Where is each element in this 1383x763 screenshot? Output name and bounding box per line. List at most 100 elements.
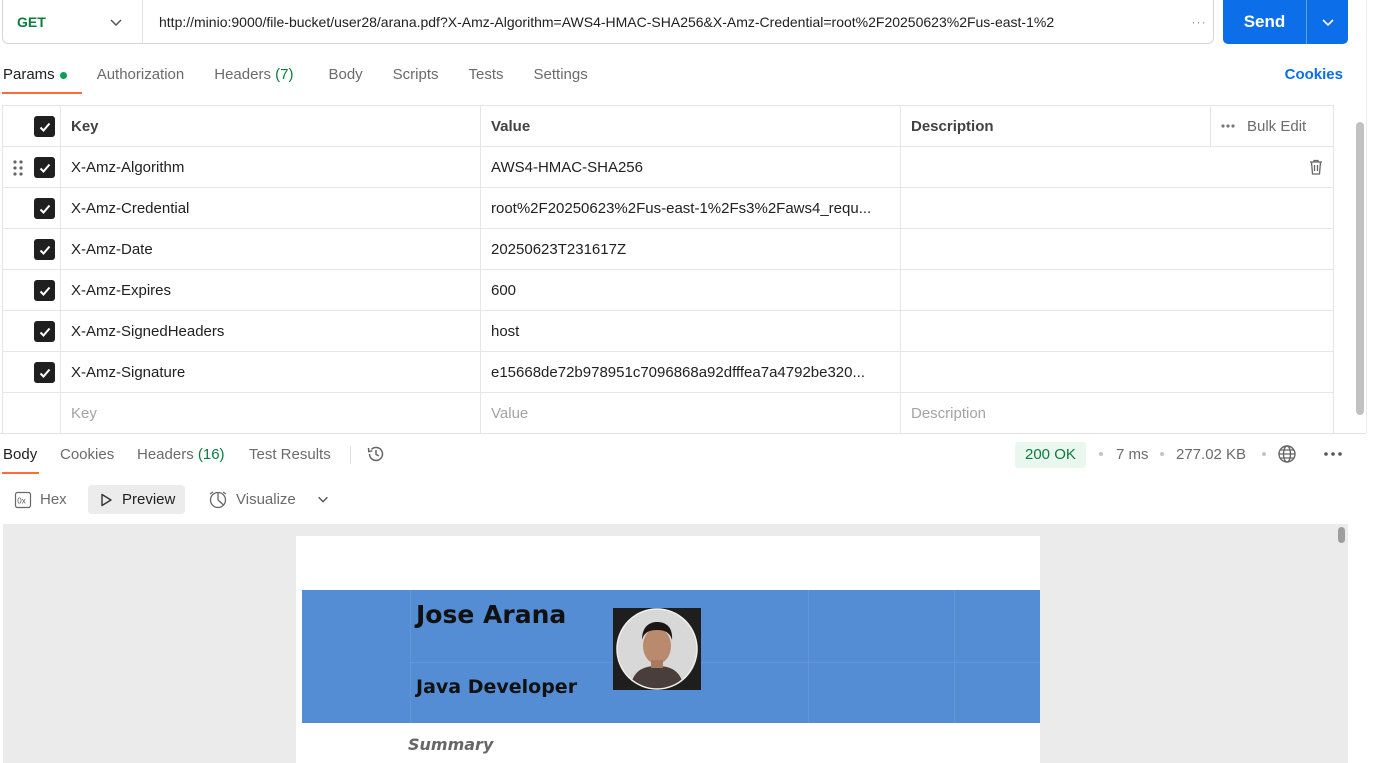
pdf-preview-area[interactable]: Jose Arana Java Developer Summary <box>3 524 1348 763</box>
url-bar: GET http://minio:9000/file-bucket/user28… <box>2 0 1214 44</box>
checkbox-checked-icon[interactable] <box>34 280 55 301</box>
banner-gridline <box>410 662 1040 663</box>
response-tab-test-results[interactable]: Test Results <box>249 446 331 463</box>
param-value[interactable]: AWS4-HMAC-SHA256 <box>480 146 901 188</box>
param-value[interactable]: e15668de72b978951c7096868a92dfffea7a4792… <box>480 351 901 393</box>
banner-gridline <box>808 590 809 723</box>
param-key[interactable]: X-Amz-Algorithm <box>60 146 481 188</box>
tab-headers[interactable]: Headers (7) <box>199 56 308 94</box>
row-check-cell <box>2 228 61 270</box>
banner-gridline <box>410 590 411 723</box>
checkbox-checked-icon[interactable] <box>34 116 55 137</box>
param-value[interactable]: root%2F20250623%2Fus-east-1%2Fs3%2Faws4_… <box>480 187 901 229</box>
tab-settings[interactable]: Settings <box>519 56 603 94</box>
params-scrollbar[interactable] <box>1356 122 1364 415</box>
param-value[interactable]: 600 <box>480 269 901 311</box>
param-description[interactable] <box>900 310 1334 352</box>
table-row: X-Amz-Algorithm AWS4-HMAC-SHA256 <box>2 146 1334 188</box>
response-tab-headers-count: (16) <box>197 446 225 463</box>
hex-icon: 0x <box>14 491 32 508</box>
globe-icon[interactable] <box>1277 444 1297 464</box>
response-tab-underline <box>2 472 39 474</box>
method-select[interactable]: GET <box>3 0 143 43</box>
send-options-button[interactable] <box>1306 0 1348 44</box>
resume-name: Jose Arana <box>416 600 567 629</box>
checkbox-checked-icon[interactable] <box>34 362 55 383</box>
url-input[interactable]: http://minio:9000/file-bucket/user28/ara… <box>143 14 1185 30</box>
profile-photo <box>613 608 701 690</box>
resume-header-banner: Jose Arana Java Developer <box>302 590 1040 723</box>
row-check-cell <box>2 392 61 434</box>
new-key-input[interactable]: Key <box>60 392 481 434</box>
params-active-dot <box>59 71 67 79</box>
svg-text:0x: 0x <box>17 496 25 505</box>
table-row: X-Amz-Credential root%2F20250623%2Fus-ea… <box>2 187 1334 229</box>
cookies-link[interactable]: Cookies <box>1285 66 1343 83</box>
more-horizontal-icon[interactable] <box>1322 450 1344 458</box>
new-value-input[interactable]: Value <box>480 392 901 434</box>
response-size[interactable]: 277.02 KB <box>1176 446 1246 463</box>
tab-tests[interactable]: Tests <box>454 56 519 94</box>
row-check-cell <box>2 351 61 393</box>
param-description[interactable] <box>900 187 1334 229</box>
send-button[interactable]: Send <box>1223 0 1348 44</box>
tab-authorization[interactable]: Authorization <box>82 56 200 94</box>
checkbox-checked-icon[interactable] <box>34 198 55 219</box>
response-tab-body[interactable]: Body <box>3 446 37 463</box>
row-check-cell <box>2 269 61 311</box>
hex-view-button[interactable]: 0x Hex <box>4 485 77 514</box>
param-key[interactable]: X-Amz-SignedHeaders <box>60 310 481 352</box>
resume-role: Java Developer <box>416 676 578 698</box>
visualize-view-button[interactable]: Visualize <box>198 485 306 514</box>
bulk-edit-button[interactable]: Bulk Edit <box>1221 118 1323 135</box>
row-check-cell <box>2 187 61 229</box>
chevron-down-icon[interactable] <box>316 492 330 506</box>
row-check-cell <box>2 310 61 352</box>
column-key: Key <box>60 105 481 147</box>
visualize-icon <box>209 490 227 508</box>
checkbox-checked-icon[interactable] <box>34 239 55 260</box>
param-key[interactable]: X-Amz-Signature <box>60 351 481 393</box>
pdf-page: Jose Arana Java Developer Summary <box>296 536 1040 763</box>
preview-view-label: Preview <box>122 491 176 508</box>
history-icon[interactable] <box>366 444 386 464</box>
preview-view-button[interactable]: Preview <box>88 485 186 514</box>
param-description[interactable] <box>900 228 1334 270</box>
response-tab-cookies[interactable]: Cookies <box>60 446 114 463</box>
param-key[interactable]: X-Amz-Date <box>60 228 481 270</box>
meta-separator <box>1160 452 1164 456</box>
response-time[interactable]: 7 ms <box>1116 446 1149 463</box>
bulk-edit-label: Bulk Edit <box>1247 117 1307 135</box>
status-badge[interactable]: 200 OK <box>1015 442 1086 468</box>
param-key[interactable]: X-Amz-Expires <box>60 269 481 311</box>
tab-params[interactable]: Params <box>0 56 82 94</box>
select-all-cell <box>2 105 61 147</box>
tab-headers-count: (7) <box>275 66 294 83</box>
drag-handle-icon[interactable] <box>12 159 24 177</box>
response-bar: Body Cookies Headers (16) Test Results 2… <box>0 433 1366 474</box>
param-value[interactable]: host <box>480 310 901 352</box>
avatar <box>616 608 698 690</box>
hex-view-label: Hex <box>40 491 67 508</box>
param-value[interactable]: 20250623T231617Z <box>480 228 901 270</box>
checkbox-checked-icon[interactable] <box>34 157 55 178</box>
trash-icon[interactable] <box>1307 158 1325 176</box>
column-value: Value <box>480 105 901 147</box>
params-table: Key Value Description Bulk Edit X-Amz-Al… <box>2 105 1334 434</box>
tab-body[interactable]: Body <box>308 56 377 94</box>
table-row: X-Amz-Date 20250623T231617Z <box>2 228 1334 270</box>
send-label: Send <box>1243 12 1286 31</box>
preview-scrollbar[interactable] <box>1338 527 1345 543</box>
param-description[interactable] <box>900 146 1334 188</box>
response-tab-headers[interactable]: Headers (16) <box>137 446 225 463</box>
meta-separator <box>1262 452 1266 456</box>
new-description-input[interactable]: Description <box>900 392 1334 434</box>
more-horizontal-icon <box>1221 124 1235 128</box>
checkbox-checked-icon[interactable] <box>34 321 55 342</box>
param-description[interactable] <box>900 269 1334 311</box>
params-header-row: Key Value Description Bulk Edit <box>2 105 1334 147</box>
resume-section-heading: Summary <box>408 735 494 754</box>
param-key[interactable]: X-Amz-Credential <box>60 187 481 229</box>
tab-scripts[interactable]: Scripts <box>378 56 454 94</box>
param-description[interactable] <box>900 351 1334 393</box>
